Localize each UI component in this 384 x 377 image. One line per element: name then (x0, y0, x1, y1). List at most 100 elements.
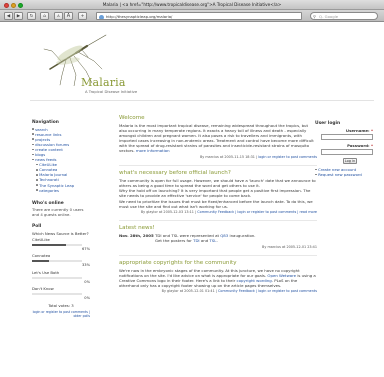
nav-subitem-categories[interactable]: categories (32, 188, 90, 193)
post-links[interactable]: Community Feedback | login or register t… (197, 210, 317, 214)
poll-percent: 67% (82, 246, 90, 251)
poll-result-bar (32, 292, 90, 296)
bullet-icon (36, 168, 38, 171)
site-slogan: A Tropical Disease Initiative (85, 89, 138, 94)
poll-option-label: Let's Use Both (32, 269, 60, 275)
window-title: Malaria | <a href="http://www.tropicaldi… (102, 2, 282, 7)
post-title[interactable]: appropriate copyrights for the community (119, 260, 317, 267)
post-meta: By marcius at 2005-11-15 18:31 | login o… (199, 154, 317, 159)
post-launch: what's necessary before official launch?… (119, 170, 317, 214)
username-label: Username: * (345, 128, 373, 133)
poll-links[interactable]: login or register to post comments | old… (32, 310, 90, 318)
bullet-icon (32, 153, 34, 156)
post-paragraph: We need to prioritize the issues that mu… (119, 198, 313, 209)
bullet-icon (32, 133, 34, 135)
post-paragraph: Why the hold off on launching? It is ver… (119, 188, 311, 199)
poll-option-label: Don't Know (32, 286, 54, 292)
poll-percent: 0% (84, 296, 90, 301)
bullet-icon (32, 148, 34, 151)
site-favicon-icon (99, 14, 104, 19)
bullet-icon (315, 173, 317, 176)
post-latest-news: Latest news! Nov. 28th, 2005 TDI and TSL… (119, 225, 317, 249)
post-links[interactable]: login or register to post comments (258, 155, 317, 159)
bullet-icon (32, 158, 34, 161)
post-welcome: Welcome Malaria is the most important tr… (119, 115, 317, 159)
site-name[interactable]: Malaria (81, 76, 126, 89)
site-header: Malaria A Tropical Disease Initiative (0, 23, 384, 101)
tsl-poster-link[interactable]: TSL (209, 238, 216, 243)
post-divider (119, 255, 317, 257)
zoom-window-button[interactable] (18, 2, 23, 8)
font-larger-button[interactable]: A (64, 12, 73, 20)
tdi-poster-link[interactable]: TDI (193, 238, 200, 243)
request-password-link[interactable]: Request new password (315, 172, 377, 177)
poll-result-bar (32, 259, 90, 263)
post-title[interactable]: Latest news! (119, 225, 317, 232)
whos-online-text: There are currently 0 users and 4 guests… (32, 207, 84, 218)
post-title[interactable]: what's necessary before official launch? (119, 170, 317, 177)
address-bar[interactable]: http://thesynapticleap.org/malaria/ (96, 12, 302, 20)
bullet-icon (36, 189, 38, 191)
post-paragraph: The community is open for full usage. Ho… (119, 178, 316, 189)
password-field[interactable] (321, 149, 373, 155)
poll-total-votes: Total votes: 3 (48, 302, 74, 308)
search-placeholder: Q- Google (319, 14, 339, 19)
poll-option-label: Connotea (32, 253, 51, 259)
bullet-icon (36, 163, 38, 166)
post-meta: By glaylor at 2005-12-01 01:41 | Communi… (161, 289, 317, 294)
post-divider (119, 165, 317, 167)
poll-percent: 33% (82, 263, 90, 268)
window-titlebar: Malaria | <a href="http://www.tropicaldi… (0, 0, 384, 10)
whos-online-title: Who's online (32, 200, 64, 206)
news-date: Nov. 28th, 2005 (119, 233, 154, 239)
bullet-icon (32, 128, 34, 130)
post-meta: By marcius at 2005-12-01 23:41 (262, 244, 317, 249)
poll-question: Which News Source is Better? (32, 230, 89, 236)
poll-result-bar (32, 276, 90, 280)
post-divider (119, 220, 317, 222)
minimize-window-button[interactable] (11, 2, 16, 8)
news-text: TDI and TSL were represented at Q83 inau… (155, 233, 256, 244)
post-body: Malaria is the most important tropical d… (119, 123, 314, 154)
search-field[interactable]: ⚲ Q- Google (310, 12, 378, 20)
bullet-icon (32, 138, 34, 140)
news-row: Nov. 28th, 2005 TDI and TSL were represe… (119, 233, 317, 243)
poll-title: Poll (32, 224, 42, 230)
navigation-title: Navigation (32, 120, 59, 125)
post-copyright: appropriate copyrights for the community… (119, 260, 317, 294)
navigation-menu: search resource links projects discussio… (32, 127, 90, 193)
magnifier-icon: ⚲ (313, 13, 316, 19)
left-sidebar: Navigation search resource links project… (32, 120, 90, 318)
address-url: http://thesynapticleap.org/malaria/ (106, 14, 173, 19)
login-button[interactable]: Log in (343, 158, 357, 164)
post-meta: By glaylor at 2005-12-03 13:11 | Communi… (140, 209, 317, 214)
browser-toolbar: ◀ ▶ ↻ ⌂ A A + http://thesynapticleap.org… (0, 10, 384, 22)
font-smaller-button[interactable]: A (54, 12, 63, 20)
add-bookmark-button[interactable]: + (78, 12, 87, 20)
bullet-icon (315, 168, 317, 171)
q83-link[interactable]: Q83 (220, 233, 228, 238)
main-content: Welcome Malaria is the most important tr… (119, 115, 317, 300)
home-button[interactable]: ⌂ (40, 12, 49, 20)
post-links[interactable]: Community Feedback | login or register t… (218, 289, 317, 293)
poll-result-bar (32, 243, 90, 247)
close-window-button[interactable] (4, 2, 9, 8)
username-field[interactable] (321, 134, 373, 140)
login-links: Create new account Request new password (315, 167, 377, 177)
forward-button[interactable]: ▶ (14, 12, 23, 20)
back-button[interactable]: ◀ (4, 12, 13, 20)
post-body: We're now in the embryonic stages of the… (119, 268, 316, 289)
post-title[interactable]: Welcome (119, 115, 317, 122)
bottom-fade (0, 349, 384, 377)
poll-percent: 0% (84, 279, 90, 284)
reload-button[interactable]: ↻ (27, 12, 36, 20)
header-divider (30, 100, 374, 101)
more-information-link[interactable]: more information (136, 148, 170, 153)
poll-option-label: CiteULike (32, 236, 50, 242)
bullet-icon (36, 184, 38, 186)
bullet-icon (36, 174, 38, 176)
web-page: Malaria A Tropical Disease Initiative Na… (0, 23, 384, 377)
password-label: Password: * (347, 143, 373, 148)
bullet-icon (32, 143, 34, 146)
user-login-title: User login (315, 121, 341, 126)
